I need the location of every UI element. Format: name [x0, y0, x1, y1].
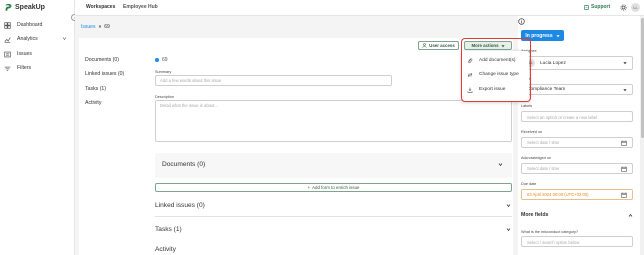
misconduct-select[interactable]: Select / search option below	[521, 236, 633, 247]
support-icon	[584, 4, 589, 10]
description-textarea[interactable]: Detail what the issue is about...	[155, 100, 512, 142]
sidebar-item-label: Dashboard	[17, 22, 43, 28]
dashboard-icon	[4, 21, 11, 29]
status-dot-icon	[155, 58, 159, 62]
caret-down-icon	[623, 88, 627, 92]
calendar-icon	[621, 140, 627, 146]
chevron-down-icon[interactable]	[506, 227, 511, 232]
sidebar-item-issues[interactable]: Issues	[4, 49, 72, 59]
caret-down-icon	[556, 34, 560, 38]
breadcrumb-current: 69	[104, 24, 110, 30]
sidebar-item-label: Issues	[17, 51, 32, 57]
scrollbar[interactable]	[640, 16, 644, 255]
annotation-highlight-box	[461, 38, 531, 102]
issue-number: 69	[155, 57, 168, 63]
add-form-label: Add form to enrich issue	[312, 185, 360, 190]
acknowledged-label: Acknowledged on	[521, 156, 551, 160]
tasks-title: Tasks (1)	[155, 226, 182, 233]
breadcrumb: Issues » 69	[81, 24, 110, 30]
left-nav-documents[interactable]: Documents (0)	[85, 57, 119, 63]
filter-icon	[4, 65, 11, 72]
user-icon	[422, 43, 427, 48]
plus-icon: +	[307, 185, 311, 190]
summary-label: Summary	[155, 70, 172, 74]
sidebar-item-label: Filters	[17, 65, 32, 71]
due-date-value: 03 April 2024 00:00 (UTC+02:00)	[527, 192, 589, 197]
sidebar-item-analytics[interactable]: Analytics	[4, 34, 72, 44]
documents-section[interactable]	[155, 153, 512, 178]
avatar-initials: LL	[633, 5, 638, 10]
left-nav-activity[interactable]: Activity	[85, 100, 101, 106]
issues-icon	[4, 51, 11, 58]
support-link[interactable]: Support	[584, 4, 610, 10]
left-nav-tasks[interactable]: Tasks (1)	[85, 86, 106, 92]
breadcrumb-separator-icon: »	[98, 24, 102, 30]
sidebar-item-label: Analytics	[17, 36, 38, 42]
assignee-select[interactable]: LL Lucia Lopez	[521, 56, 633, 70]
tab-workspaces[interactable]: Workspaces	[86, 4, 115, 10]
sidebar-item-filters[interactable]: Filters	[4, 63, 72, 73]
user-access-button[interactable]: User access	[418, 41, 459, 50]
brand-name: SpeakUp	[15, 4, 45, 11]
received-date-input[interactable]: Select date / time	[521, 137, 633, 148]
documents-title: Documents (0)	[162, 161, 206, 168]
settings-gear-icon[interactable]	[620, 4, 627, 11]
sidebar-item-dashboard[interactable]: Dashboard	[4, 20, 72, 30]
support-label: Support	[591, 4, 611, 10]
description-label: Description	[155, 95, 174, 99]
info-icon[interactable]	[518, 18, 525, 25]
speakup-logo-icon	[4, 3, 13, 12]
chevron-down-icon[interactable]	[498, 162, 503, 167]
breadcrumb-parent[interactable]: Issues	[81, 24, 95, 30]
received-label: Received on	[521, 130, 543, 134]
labels-placeholder: Select an option or create a new label	[527, 115, 598, 120]
top-bar: Workspaces Employee Hub Support LL	[75, 0, 644, 16]
linked-issues-title: Linked issues (0)	[155, 202, 205, 209]
misconduct-label: What is the misconduct category?	[521, 230, 578, 234]
calendar-icon	[621, 166, 627, 172]
add-form-button[interactable]: + Add form to enrich issue	[155, 183, 512, 192]
acknowledged-placeholder: Select date / time	[527, 166, 560, 171]
labels-label: Labels	[521, 104, 533, 108]
summary-input[interactable]: Add a few words about this issue	[155, 75, 392, 86]
divider	[155, 216, 512, 217]
analytics-icon	[4, 36, 11, 43]
issue-panel	[79, 38, 513, 255]
misconduct-placeholder: Select / search option below	[527, 240, 580, 245]
more-fields-label: More fields	[521, 212, 549, 218]
chevron-down-icon	[62, 36, 69, 43]
user-access-label: User access	[429, 43, 455, 48]
sidebar: SpeakUp ‹ Dashboard Analytics Issues Fil…	[0, 0, 78, 255]
due-date-input[interactable]: 03 April 2024 00:00 (UTC+02:00)	[521, 189, 633, 200]
status-label: In progress	[525, 32, 553, 39]
brand-logo[interactable]: SpeakUp	[4, 3, 45, 12]
calendar-icon	[621, 192, 627, 198]
received-placeholder: Select date / time	[527, 140, 560, 145]
assignee-name: Lucia Lopez	[540, 60, 566, 66]
team-select[interactable]: Compliance Team	[521, 84, 633, 95]
chevron-down-icon	[623, 61, 627, 65]
labels-select[interactable]: Select an option or create a new label	[521, 111, 633, 122]
left-nav-linked-issues[interactable]: Linked issues (0)	[85, 71, 124, 77]
description-placeholder: Detail what the issue is about...	[160, 103, 218, 108]
chevron-up-icon	[628, 213, 633, 218]
acknowledged-date-input[interactable]: Select date / time	[521, 163, 633, 174]
summary-placeholder: Add a few words about this issue	[160, 78, 222, 83]
team-name: Compliance Team	[527, 87, 566, 92]
user-avatar[interactable]: LL	[631, 3, 640, 12]
due-date-label: Due date	[521, 182, 537, 186]
tab-employee-hub[interactable]: Employee Hub	[123, 4, 158, 10]
activity-title: Activity	[155, 246, 176, 253]
chevron-down-icon[interactable]	[506, 203, 511, 208]
more-fields-toggle[interactable]: More fields	[521, 212, 633, 218]
scrollbar-thumb[interactable]	[640, 18, 644, 138]
